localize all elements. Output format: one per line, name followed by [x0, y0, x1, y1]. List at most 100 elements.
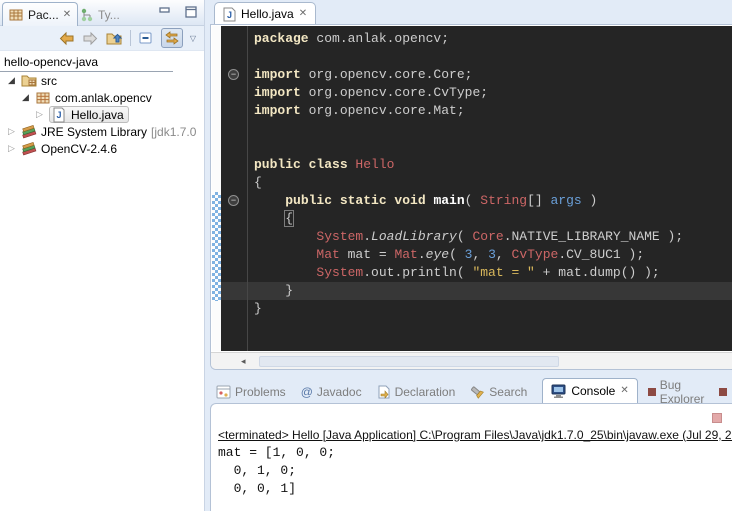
code-line[interactable] — [254, 138, 683, 156]
tree-item-label: OpenCV-2.4.6 — [41, 142, 117, 156]
up-navigation-button[interactable] — [106, 31, 123, 46]
tab-label: Search — [489, 385, 527, 399]
tab-console[interactable]: Console ✕ — [542, 378, 637, 404]
close-icon[interactable]: ✕ — [620, 386, 628, 396]
tab-javadoc[interactable]: @ Javadoc — [301, 381, 362, 403]
collapsed-arrow-icon[interactable]: ▷ — [36, 109, 49, 120]
bottom-tab-bar: Problems @ Javadoc Declaration Search Co… — [210, 377, 732, 403]
problems-icon — [216, 385, 231, 399]
library-icon — [21, 124, 37, 140]
code-line[interactable]: import org.opencv.core.Core; — [254, 66, 683, 84]
tab-problems[interactable]: Problems — [216, 381, 286, 403]
forward-button[interactable] — [82, 31, 99, 46]
tab-type-hierarchy[interactable]: Ty... — [80, 4, 120, 26]
tree-item-label: JRE System Library — [41, 125, 147, 139]
code-line[interactable]: System.out.println( "mat = " + mat.dump(… — [254, 264, 683, 282]
fold-collapse-icon[interactable]: − — [228, 195, 239, 206]
tree-item-decorator: [jdk1.7.0 — [151, 125, 196, 139]
selected-item-highlight[interactable]: J Hello.java — [49, 106, 129, 123]
code-line[interactable]: { — [254, 174, 683, 192]
tree-item-hello-java[interactable]: ▷ J Hello.java — [0, 106, 204, 123]
code-line[interactable]: public class Hello — [254, 156, 683, 174]
package-icon — [35, 90, 51, 106]
code-line[interactable]: } — [254, 282, 683, 300]
maximize-view-button[interactable] — [184, 6, 198, 18]
link-with-editor-button[interactable] — [161, 28, 183, 48]
collapse-all-button[interactable] — [138, 31, 154, 45]
code-line[interactable]: package com.anlak.opencv; — [254, 30, 683, 48]
terminate-button[interactable] — [712, 413, 722, 423]
close-icon[interactable]: ✕ — [63, 10, 71, 20]
tab-bug-explorer[interactable]: Bug Explorer — [648, 381, 705, 403]
code-line[interactable]: Mat mat = Mat.eye( 3, 3, CvType.CV_8UC1 … — [254, 246, 683, 264]
code-line[interactable]: public static void main( String[] args ) — [254, 192, 683, 210]
collapsed-arrow-icon[interactable]: ▷ — [8, 126, 21, 137]
tree-item-src[interactable]: ◢ src — [0, 72, 204, 89]
editor-tab-bar: J Hello.java ✕ — [210, 0, 732, 24]
console-process-header: <terminated> Hello [Java Application] C:… — [218, 428, 732, 442]
tab-package-explorer-label: Pac... — [28, 8, 59, 22]
console-output[interactable]: mat = [1, 0, 0; 0, 1, 0; 0, 0, 1] — [218, 444, 732, 498]
package-explorer-panel: Pac... ✕ Ty... — [0, 0, 205, 511]
library-icon — [21, 141, 37, 157]
back-button[interactable] — [58, 31, 75, 46]
tree-item-jre-library[interactable]: ▷ JRE System Library [jdk1.7.0 — [0, 123, 204, 140]
tab-type-hierarchy-label: Ty... — [98, 8, 120, 22]
tree-item-label: Hello.java — [71, 108, 124, 122]
search-icon — [470, 385, 485, 399]
svg-text:J: J — [227, 10, 232, 20]
tree-item-opencv-library[interactable]: ▷ OpenCV-2.4.6 — [0, 140, 204, 157]
package-explorer-icon — [9, 8, 24, 22]
declaration-icon — [377, 385, 391, 399]
tree-item-label: src — [41, 74, 57, 88]
tab-hello-java[interactable]: J Hello.java ✕ — [214, 2, 316, 25]
tab-label: Javadoc — [317, 385, 362, 399]
gutter-divider — [247, 26, 248, 351]
package-explorer-toolbar: ▽ — [0, 26, 204, 51]
code-line[interactable]: import org.opencv.core.Mat; — [254, 102, 683, 120]
javadoc-icon: @ — [301, 385, 313, 399]
tab-label: Bug Explorer — [660, 378, 705, 406]
bug-icon — [719, 388, 727, 396]
scrollbar-thumb[interactable] — [259, 356, 559, 367]
expanded-arrow-icon[interactable]: ◢ — [8, 75, 21, 86]
code-line[interactable] — [254, 48, 683, 66]
java-file-icon: J — [51, 107, 67, 123]
minimize-view-button[interactable] — [158, 6, 172, 18]
view-menu-icon[interactable]: ▽ — [190, 34, 196, 43]
horizontal-scrollbar[interactable]: ◂ — [211, 352, 732, 369]
tab-bug[interactable]: Bug — [719, 381, 732, 403]
java-file-icon: J — [223, 7, 236, 22]
toolbar-separator — [130, 30, 131, 46]
code-line[interactable]: } — [254, 300, 683, 318]
bug-explorer-icon — [648, 388, 656, 396]
package-explorer-tree: hello-opencv-java ◢ src ◢ com.anlak.open… — [0, 51, 204, 157]
scroll-left-icon[interactable]: ◂ — [241, 356, 246, 367]
code-line[interactable]: { — [254, 210, 683, 228]
code-line[interactable] — [254, 120, 683, 138]
console-icon — [551, 384, 566, 398]
bottom-panel: Problems @ Javadoc Declaration Search Co… — [210, 377, 732, 511]
tree-item-package[interactable]: ◢ com.anlak.opencv — [0, 89, 204, 106]
code-line[interactable]: System.LoadLibrary( Core.NATIVE_LIBRARY_… — [254, 228, 683, 246]
left-panel-tab-bar: Pac... ✕ Ty... — [0, 0, 204, 26]
tab-declaration[interactable]: Declaration — [377, 381, 456, 403]
close-icon[interactable]: ✕ — [299, 9, 307, 19]
tab-package-explorer[interactable]: Pac... ✕ — [2, 2, 78, 26]
code-editor[interactable]: − − package com.anlak.opencv; import org… — [221, 26, 732, 351]
editor-area: J Hello.java ✕ − − package com.anlak.ope… — [210, 0, 732, 370]
tab-label: Problems — [235, 385, 286, 399]
expanded-arrow-icon[interactable]: ◢ — [22, 92, 35, 103]
method-range-indicator — [212, 192, 221, 301]
source-folder-icon — [21, 73, 37, 89]
console-view: <terminated> Hello [Java Application] C:… — [210, 403, 732, 511]
code-area[interactable]: package com.anlak.opencv; import org.ope… — [254, 30, 683, 318]
collapsed-arrow-icon[interactable]: ▷ — [8, 143, 21, 154]
type-hierarchy-icon — [80, 8, 94, 22]
project-label[interactable]: hello-opencv-java — [0, 54, 204, 70]
code-line[interactable]: import org.opencv.core.CvType; — [254, 84, 683, 102]
tab-search[interactable]: Search — [470, 381, 527, 403]
fold-collapse-icon[interactable]: − — [228, 69, 239, 80]
editor-frame: − − package com.anlak.opencv; import org… — [210, 24, 732, 370]
svg-text:J: J — [56, 110, 61, 120]
